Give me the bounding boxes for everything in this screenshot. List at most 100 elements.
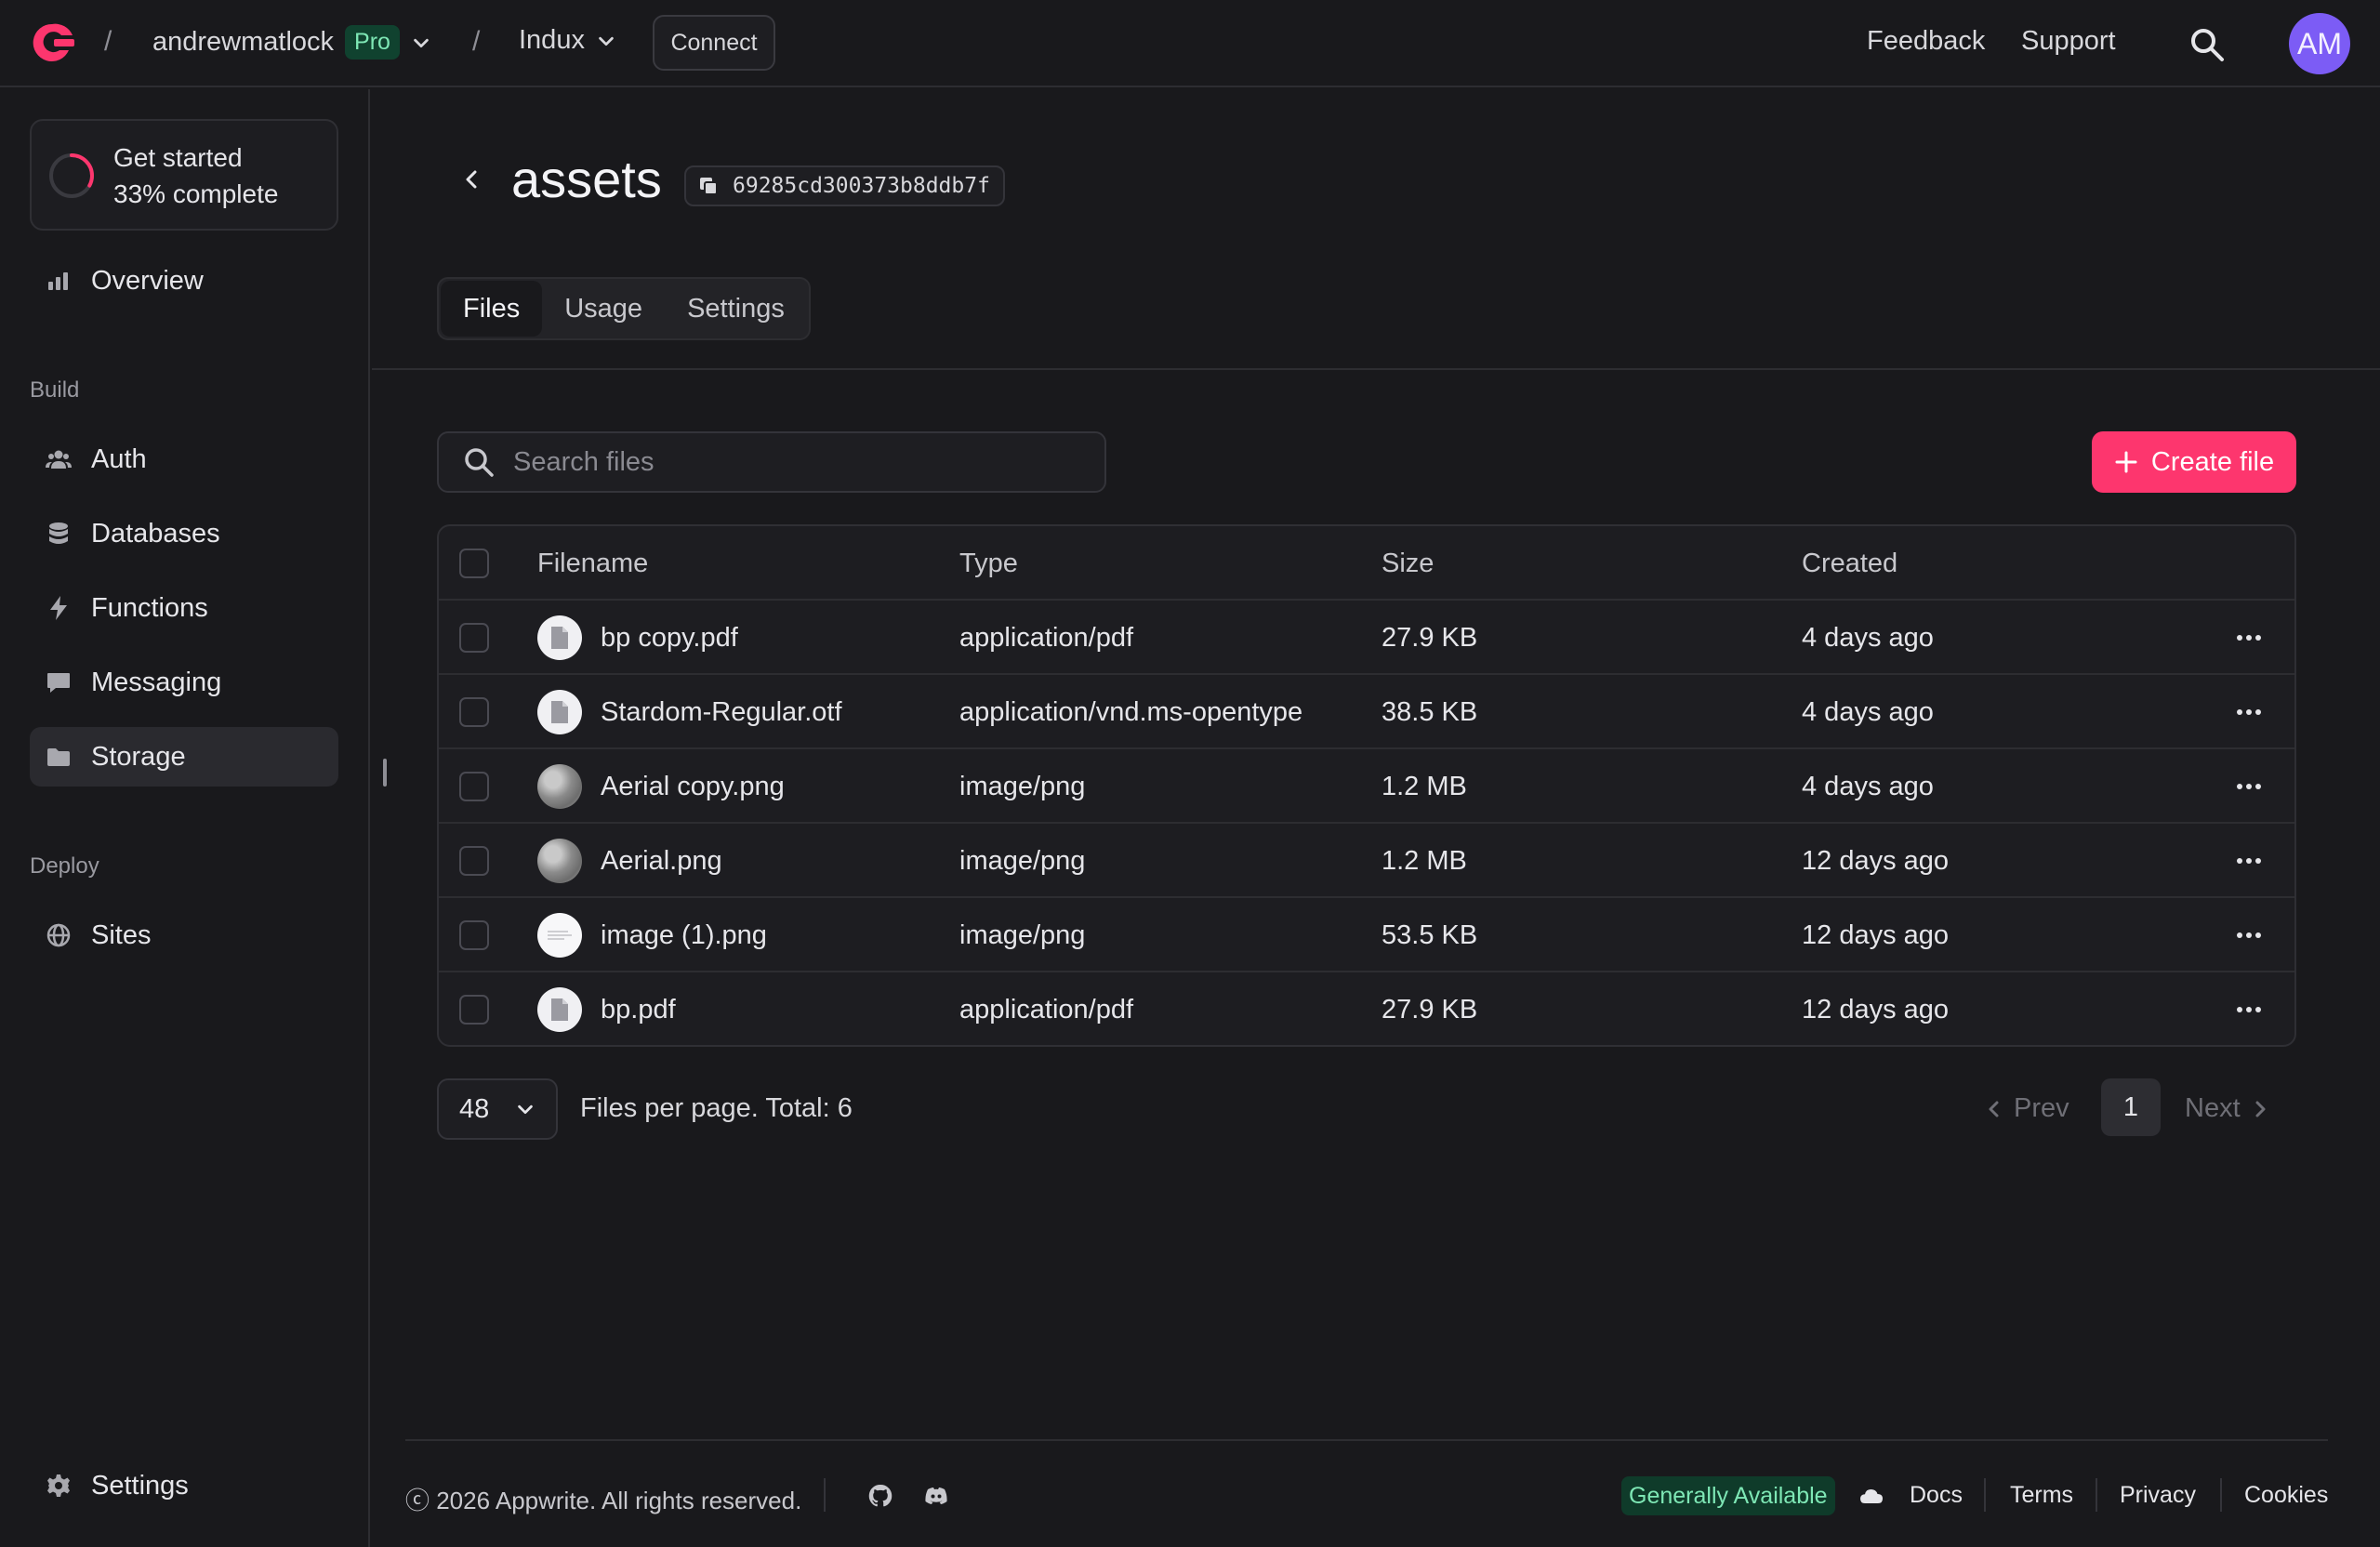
- row-checkbox[interactable]: [459, 697, 489, 727]
- file-type: application/pdf: [959, 994, 1134, 1025]
- file-size: 27.9 KB: [1382, 994, 1478, 1025]
- table-row[interactable]: bp.pdf application/pdf 27.9 KB 12 days a…: [439, 972, 2294, 1045]
- file-size: 38.5 KB: [1382, 696, 1478, 727]
- search-files-box: [437, 431, 1106, 493]
- top-bar: / andrewmatlock Pro / Indux Connect Feed…: [0, 0, 2380, 87]
- image-thumbnail: [537, 839, 582, 883]
- file-size: 1.2 MB: [1382, 771, 1467, 801]
- page-header: assets 69285cd300373b8ddb7f Files Usage …: [372, 89, 2380, 370]
- row-checkbox[interactable]: [459, 920, 489, 950]
- sidebar-item-functions[interactable]: Functions: [30, 578, 338, 638]
- file-created: 4 days ago: [1802, 771, 1934, 801]
- more-options-icon[interactable]: [2233, 696, 2265, 728]
- column-header-type[interactable]: Type: [959, 526, 1018, 601]
- more-options-icon[interactable]: [2233, 845, 2265, 877]
- table-row[interactable]: image (1).png image/png 53.5 KB 12 days …: [439, 898, 2294, 972]
- create-file-label: Create file: [2150, 446, 2275, 477]
- footer-separator: [2220, 1478, 2222, 1512]
- more-options-icon[interactable]: [2233, 622, 2265, 654]
- select-all-checkbox[interactable]: [459, 549, 489, 578]
- file-name: image (1).png: [601, 919, 767, 950]
- terms-link[interactable]: Terms: [2010, 1482, 2073, 1509]
- table-row[interactable]: Aerial.png image/png 1.2 MB 12 days ago: [439, 824, 2294, 898]
- file-created: 12 days ago: [1802, 845, 1950, 876]
- bucket-id-copy[interactable]: 69285cd300373b8ddb7f: [684, 165, 1005, 206]
- sidebar-item-sites[interactable]: Sites: [30, 906, 338, 965]
- privacy-link[interactable]: Privacy: [2120, 1482, 2196, 1509]
- chevron-left-icon: [1989, 1101, 1999, 1117]
- cookies-link[interactable]: Cookies: [2244, 1482, 2328, 1509]
- file-type: image/png: [959, 771, 1086, 801]
- sidebar-item-label: Functions: [91, 592, 208, 623]
- connect-button[interactable]: Connect: [653, 15, 775, 71]
- image-thumbnail: [537, 913, 582, 958]
- file-icon: [537, 690, 582, 734]
- search-input[interactable]: [513, 446, 1071, 478]
- chevron-left-icon[interactable]: [457, 165, 485, 193]
- next-page-button[interactable]: Next: [2185, 1093, 2270, 1124]
- chevron-down-icon: [518, 1104, 533, 1115]
- sidebar-item-overview[interactable]: Overview: [30, 251, 338, 311]
- file-name: bp copy.pdf: [601, 622, 738, 653]
- column-header-size[interactable]: Size: [1382, 526, 1434, 601]
- search-icon[interactable]: [2188, 26, 2226, 63]
- file-name: bp.pdf: [601, 994, 676, 1025]
- bucket-id: 69285cd300373b8ddb7f: [733, 174, 990, 198]
- discord-icon[interactable]: [922, 1482, 950, 1510]
- database-icon: [49, 522, 68, 544]
- support-link[interactable]: Support: [2021, 26, 2116, 57]
- file-icon: [537, 615, 582, 660]
- row-checkbox[interactable]: [459, 846, 489, 876]
- table-row[interactable]: Aerial copy.png image/png 1.2 MB 4 days …: [439, 749, 2294, 824]
- row-checkbox[interactable]: [459, 623, 489, 653]
- file-type: application/vnd.ms-opentype: [959, 696, 1303, 727]
- file-size: 53.5 KB: [1382, 919, 1478, 950]
- org-switcher[interactable]: andrewmatlock Pro: [152, 25, 431, 60]
- more-options-icon[interactable]: [2233, 771, 2265, 802]
- table-row[interactable]: bp copy.pdf application/pdf 27.9 KB 4 da…: [439, 601, 2294, 675]
- copy-icon: [700, 178, 718, 195]
- sidebar-item-storage[interactable]: Storage: [30, 727, 338, 787]
- tab-bar: Files Usage Settings: [437, 277, 811, 340]
- file-name: Aerial copy.png: [601, 771, 785, 801]
- page-title: assets: [511, 150, 662, 208]
- row-checkbox[interactable]: [459, 772, 489, 801]
- create-file-button[interactable]: Create file: [2092, 431, 2296, 493]
- file-type: image/png: [959, 919, 1086, 950]
- file-type: application/pdf: [959, 622, 1134, 653]
- sidebar-resize-handle[interactable]: [383, 759, 387, 787]
- prev-page-button[interactable]: Prev: [1984, 1093, 2069, 1124]
- gear-icon: [47, 1474, 70, 1497]
- docs-link[interactable]: Docs: [1910, 1482, 1963, 1509]
- github-icon[interactable]: [866, 1482, 894, 1510]
- sidebar-item-settings[interactable]: Settings: [30, 1456, 338, 1515]
- row-checkbox[interactable]: [459, 995, 489, 1025]
- sidebar-item-label: Storage: [91, 741, 186, 772]
- more-options-icon[interactable]: [2233, 994, 2265, 1025]
- file-name: Stardom-Regular.otf: [601, 696, 842, 727]
- table-row[interactable]: Stardom-Regular.otf application/vnd.ms-o…: [439, 675, 2294, 749]
- get-started-card[interactable]: Get started 33% complete: [30, 119, 338, 231]
- sidebar-item-messaging[interactable]: Messaging: [30, 653, 338, 712]
- appwrite-logo[interactable]: [28, 20, 76, 63]
- file-created: 4 days ago: [1802, 622, 1934, 653]
- more-options-icon[interactable]: [2233, 919, 2265, 951]
- tab-settings[interactable]: Settings: [665, 281, 807, 337]
- column-header-filename[interactable]: Filename: [537, 526, 648, 601]
- tab-files[interactable]: Files: [441, 281, 543, 337]
- per-page-select[interactable]: 48: [437, 1078, 558, 1140]
- prev-label: Prev: [2014, 1093, 2069, 1123]
- column-header-created[interactable]: Created: [1802, 526, 1897, 601]
- project-switcher[interactable]: Indux: [519, 25, 616, 56]
- sidebar-item-databases[interactable]: Databases: [30, 504, 338, 563]
- org-name: andrewmatlock: [152, 27, 335, 57]
- search-icon: [465, 448, 494, 477]
- globe-icon: [46, 923, 71, 947]
- sidebar-item-auth[interactable]: Auth: [30, 430, 338, 489]
- feedback-link[interactable]: Feedback: [1867, 26, 1985, 57]
- file-icon: [537, 987, 582, 1032]
- pagination-summary: Files per page. Total: 6: [580, 1093, 853, 1123]
- avatar[interactable]: AM: [2289, 13, 2350, 74]
- tab-usage[interactable]: Usage: [542, 281, 665, 337]
- page-number-button[interactable]: 1: [2101, 1078, 2161, 1136]
